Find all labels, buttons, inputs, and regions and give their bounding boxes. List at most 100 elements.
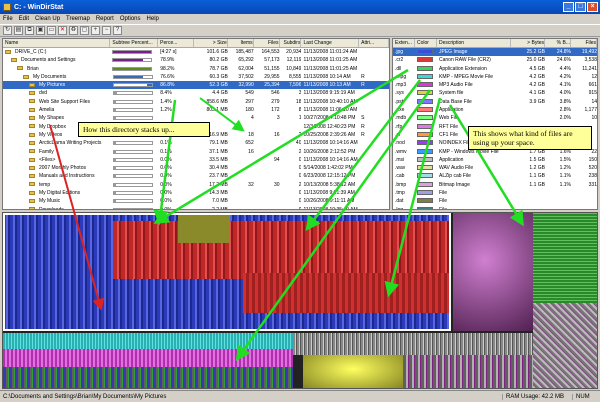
treemap-purple-block[interactable] <box>453 213 533 331</box>
extension-row[interactable]: .mp3 MP3 Audio File 4.2 GB 4.1% 661 <box>393 81 597 89</box>
ext-color-cell <box>415 189 437 197</box>
open-icon[interactable]: ▤ <box>14 26 23 35</box>
col-files[interactable]: Files <box>254 39 280 47</box>
col-percent[interactable]: Perce... <box>158 39 194 47</box>
treemap-lower-mid-block[interactable] <box>403 355 533 388</box>
col-subdirs[interactable]: Subdirs <box>280 39 302 47</box>
extension-row[interactable]: .pst Data Base File 3.9 GB 3.8% 14 <box>393 98 597 106</box>
dir-attributes <box>359 172 389 180</box>
directory-row[interactable]: Brian 98.2% 78.7 GB 62,004 51,155 10,849 11/13… <box>3 65 389 73</box>
extension-row[interactable]: .mpg KMP - MPEG Movie File 4.2 GB 4.2% 12 <box>393 73 597 81</box>
col-bytes[interactable]: > Bytes <box>511 39 545 47</box>
help-icon[interactable]: ? <box>113 26 122 35</box>
directory-row[interactable]: Documents and Settings 78.9% 80.2 GB 65,292… <box>3 56 389 64</box>
col-bytes-percent[interactable]: % B... <box>545 39 571 47</box>
col-last-change[interactable]: Last Change <box>301 39 360 47</box>
directory-row[interactable]: My Documents 76.6% 60.3 GB 37,502 29,955 8,55… <box>3 73 389 81</box>
col-attributes[interactable]: Attri... <box>359 39 389 47</box>
col-extension[interactable]: Exten... <box>393 39 415 47</box>
treemap-cyan-strip[interactable] <box>3 333 293 349</box>
menu-options[interactable]: Options <box>120 16 141 22</box>
dir-name: My Documents <box>33 73 67 80</box>
ext-files: 238 <box>588 173 597 180</box>
directory-row[interactable]: temp 0.0% 17.2 MB 32 30 2 10/13/2008 5:38:12 A… <box>3 181 389 189</box>
dir-items: 37,502 <box>238 73 254 80</box>
extension-row[interactable]: .mdb Web File 2.0% 10 <box>393 114 597 122</box>
directory-row[interactable]: dvd 8.4% 4.4 GB 549 546 3 11/13/2008 9:15:19 A… <box>3 89 389 97</box>
directory-row[interactable]: 2007 Monthly Photos 0.0% 30.4 MB 0 5/14/2008… <box>3 164 389 172</box>
treemap-magenta-strip[interactable] <box>3 349 293 367</box>
ext-name: .sys <box>395 90 404 97</box>
ext-files: 150 <box>588 156 597 163</box>
dir-attributes: R <box>361 73 365 80</box>
dir-items <box>228 123 254 131</box>
col-subtree-percent[interactable]: Subtree Percent... <box>110 39 159 47</box>
col-items[interactable]: Items <box>228 39 254 47</box>
select-icon[interactable]: ▢ <box>80 26 89 35</box>
dir-files <box>254 148 280 156</box>
extension-row[interactable]: .wav WAV Audio File 1.2 GB 1.2% 520 <box>393 164 597 172</box>
treemap-system-yellow-block[interactable] <box>303 355 403 388</box>
directory-row[interactable]: Family 0.1% 37.1 MB 16 2 10/26/2008 2:12:52 P… <box>3 148 389 156</box>
dir-last-change: 5/14/2008 1:42:02 PM <box>303 165 353 172</box>
treemap-green-block[interactable] <box>533 213 597 303</box>
copy-icon[interactable]: ⧉ <box>25 26 34 35</box>
directory-row[interactable]: <Files> 0.0% 33.5 MB 94 0 11/13/2008 10:14:16… <box>3 156 389 164</box>
menu-edit[interactable]: Edit <box>19 16 29 22</box>
folder-icon <box>5 49 11 54</box>
ext-bytes-percent: 3.8% <box>559 98 571 105</box>
menu-treemap[interactable]: Treemap <box>66 16 90 22</box>
col-name[interactable]: Name <box>3 39 111 47</box>
treemap[interactable] <box>2 212 598 389</box>
treemap-lower-left-strip[interactable] <box>3 367 293 388</box>
close-button[interactable]: × <box>587 2 598 12</box>
treemap-gray-strip[interactable] <box>293 333 533 355</box>
directory-row[interactable]: Amelia 1.2% 803.1 MB 180 172 8 11/13/2008 11:0… <box>3 106 389 114</box>
menu-file[interactable]: File <box>3 16 13 22</box>
extension-row[interactable]: .bmp Bitmap Image 1.1 GB 1.1% 331 <box>393 181 597 189</box>
extension-row[interactable]: .log File <box>393 206 597 209</box>
col-size[interactable]: > Size <box>194 39 228 47</box>
extension-row[interactable]: .sys System file 4.1 GB 4.0% 915 <box>393 89 597 97</box>
directory-row[interactable]: Downloads 0.0% 2.2 MB 0 11/13/2008 10:35:40 … <box>3 206 389 209</box>
dir-items: 18 <box>248 131 254 138</box>
delete-icon[interactable]: ✕ <box>58 26 67 35</box>
directory-row[interactable]: Manuals and Instructions 0.0% 23.7 MB 0 6/23… <box>3 172 389 180</box>
extension-row[interactable]: .dat File <box>393 197 597 205</box>
menu-clean-up[interactable]: Clean Up <box>35 16 60 22</box>
dir-attributes <box>359 139 389 147</box>
extension-list[interactable]: Exten... Color Description > Bytes % B..… <box>392 38 598 210</box>
command-prompt-icon[interactable]: ▭ <box>47 26 56 35</box>
menu-help[interactable]: Help <box>147 16 159 22</box>
extension-row[interactable]: .cab ALZip cab File 1.1 GB 1.1% 238 <box>393 172 597 180</box>
folder-icon <box>29 91 35 96</box>
directory-row[interactable]: Web Site Support Files 1.4% 858.6 MB 297 279… <box>3 98 389 106</box>
col-description[interactable]: Description <box>437 39 511 47</box>
extension-row[interactable]: .cr2 Canon RAW File (CR2) 25.0 GB 24.6% 3,53… <box>393 56 597 64</box>
extension-row[interactable]: .dll Application Extension 4.5 GB 4.4% 11,24… <box>393 65 597 73</box>
dir-percent: 0.0% <box>160 165 172 172</box>
extension-row[interactable]: .exe Application 2.8% 1,177 <box>393 106 597 114</box>
subtree-percent-fill <box>113 100 116 103</box>
menu-report[interactable]: Report <box>96 16 114 22</box>
col-color[interactable]: Color <box>415 39 437 47</box>
directory-row[interactable]: My Music 0.0% 7.0 MB 0 10/26/2008 9:11:11 AM <box>3 197 389 205</box>
extension-row[interactable]: .jpg JPEG Image 25.2 GB 24.8% 19,492 <box>393 48 597 57</box>
ext-bytes-percent <box>545 206 571 209</box>
recycle-icon[interactable]: ♻ <box>69 26 78 35</box>
extension-row[interactable]: .tmp File <box>393 189 597 197</box>
explorer-icon[interactable]: ▣ <box>36 26 45 35</box>
zoom-out-icon[interactable]: − <box>102 26 111 35</box>
directory-row[interactable]: My Digital Editions 0.0% 14.3 MB 0 11/13/200… <box>3 189 389 197</box>
minimize-button[interactable]: _ <box>563 2 574 12</box>
col-ext-files[interactable]: Files <box>571 39 597 47</box>
zoom-in-icon[interactable]: + <box>91 26 100 35</box>
callout-directory: How this directory stacks up... <box>78 122 210 137</box>
directory-row[interactable]: My Pictures 86.8% 52.3 GB 32,990 25,394 7,596… <box>3 81 389 90</box>
directory-row[interactable]: DRIVE_C (C:) [4:27 s] 101.6 GB 185,487 164,5… <box>3 48 389 56</box>
refresh-icon[interactable]: ↻ <box>3 26 12 35</box>
treemap-misc-block[interactable] <box>533 303 597 388</box>
maximize-button[interactable]: □ <box>575 2 586 12</box>
extension-row[interactable]: .msi Application 1.5 GB 1.5% 150 <box>393 156 597 164</box>
directory-row[interactable]: ArcticLlama Writing Projects 0.1% 79.1 MB 6… <box>3 139 389 147</box>
